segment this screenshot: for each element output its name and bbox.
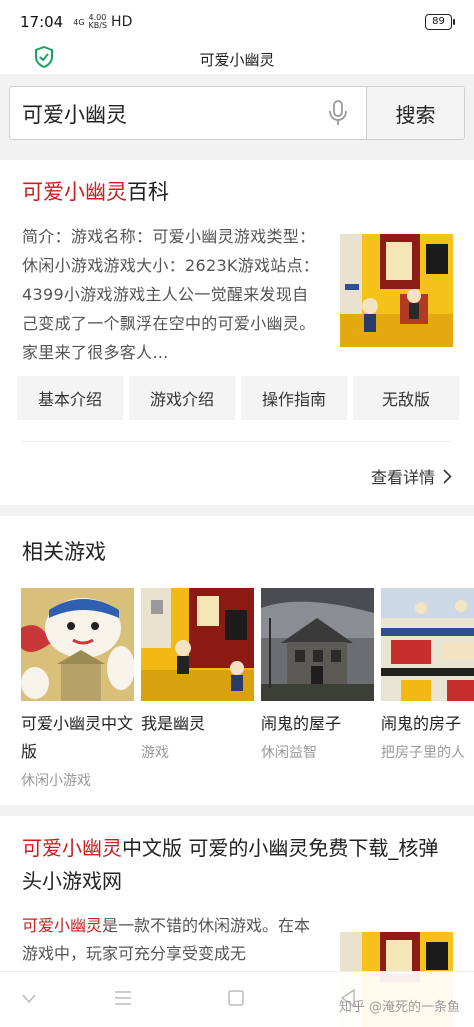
battery-indicator: 89 <box>425 14 455 30</box>
header-bar: 可爱小幽灵 <box>0 44 474 74</box>
game-name: 闹鬼的屋子 <box>261 714 342 733</box>
system-nav-bar: 知乎 @淹死的一条鱼 <box>0 971 474 1027</box>
network-type: HD <box>111 13 133 30</box>
tag-game-intro[interactable]: 游戏介绍 <box>129 376 235 420</box>
game-thumbnail <box>261 588 374 701</box>
game-category: 休闲益智 <box>261 745 317 761</box>
signal-label: 4G <box>73 17 85 27</box>
view-details-link[interactable]: 查看详情 <box>371 464 452 488</box>
speed-unit: KB/S <box>88 21 108 30</box>
nav-back-icon[interactable] <box>22 994 36 1004</box>
tag-invincible[interactable]: 无敌版 <box>353 376 459 420</box>
game-item[interactable]: 可爱小幽灵中文版 休闲小游戏 <box>21 588 134 790</box>
baike-description: 简介：游戏名称：可爱小幽灵游戏类型：休闲小游戏游戏大小：2623K游戏站点：43… <box>22 227 320 362</box>
shield-icon <box>35 46 53 68</box>
game-item[interactable]: 我是幽灵 游戏 <box>141 588 254 790</box>
game-name: 可爱小幽灵中文版 <box>21 714 134 761</box>
search-button[interactable]: 搜索 <box>366 87 464 139</box>
baike-tags: 基本介绍 游戏介绍 操作指南 无敌版 <box>17 376 459 420</box>
game-name: 我是幽灵 <box>141 714 206 733</box>
game-category: 把房子里的人 <box>381 745 465 761</box>
page-title: 可爱小幽灵 <box>199 50 275 69</box>
chevron-right-icon <box>443 468 452 484</box>
game-item[interactable]: 闹鬼的屋子 休闲益智 <box>261 588 374 790</box>
voice-search-button[interactable] <box>310 87 366 139</box>
game-thumbnail <box>141 588 254 701</box>
game-scene-image <box>141 588 254 701</box>
status-time: 17:04 <box>20 13 64 31</box>
related-games-title: 相关游戏 <box>22 540 106 564</box>
haunted-house-image <box>261 588 374 701</box>
result-desc-highlight: 可爱小幽灵 <box>22 916 103 935</box>
nav-home-icon[interactable] <box>228 990 244 1006</box>
ghost-cartoon-image <box>21 588 134 701</box>
watermark: 知乎 @淹死的一条鱼 <box>338 1000 460 1015</box>
result-title-link[interactable]: 可爱小幽灵中文版 可爱的小幽灵免费下载_核弹头小游戏网 <box>22 832 442 898</box>
mic-icon <box>329 100 347 125</box>
related-games-list: 可爱小幽灵中文版 休闲小游戏 我是幽灵 游戏 闹鬼的屋子 休闲益智 闹鬼的房子 … <box>21 588 474 790</box>
game-category: 游戏 <box>141 745 169 761</box>
game-item[interactable]: 闹鬼的房子 把房子里的人 <box>381 588 474 790</box>
search-box: 可爱小幽灵 搜索 <box>9 86 465 140</box>
status-bar: 17:04 4G 4.00 KB/S HD 89 <box>0 0 474 44</box>
result-description: 可爱小幽灵是一款不错的休闲游戏。在本游戏中，玩家可充分享受变成无 <box>22 912 322 968</box>
related-games-card: 相关游戏 可爱小幽灵中文版 休闲小游戏 我是幽灵 游戏 闹鬼的屋子 休闲益智 闹… <box>0 516 474 805</box>
network-indicator: 4G 4.00 KB/S HD <box>73 14 132 30</box>
divider <box>22 441 452 442</box>
game-name: 闹鬼的房子 <box>381 714 462 733</box>
baike-title[interactable]: 可爱小幽灵百科 <box>22 176 169 206</box>
game-thumbnail <box>21 588 134 701</box>
search-area: 可爱小幽灵 搜索 <box>0 74 474 154</box>
baike-card: 可爱小幽灵百科 简介：游戏名称：可爱小幽灵游戏类型：休闲小游戏游戏大小：2623… <box>0 160 474 505</box>
network-speed: 4.00 KB/S <box>89 14 108 30</box>
game-category: 休闲小游戏 <box>21 773 91 789</box>
baike-title-suffix: 百科 <box>127 180 169 204</box>
search-input[interactable]: 可爱小幽灵 <box>10 87 310 139</box>
result-title-highlight: 可爱小幽灵 <box>22 836 122 860</box>
tag-guide[interactable]: 操作指南 <box>241 376 347 420</box>
tag-basic-intro[interactable]: 基本介绍 <box>17 376 123 420</box>
baike-title-highlight: 可爱小幽灵 <box>22 180 127 204</box>
nav-menu-icon[interactable] <box>114 990 132 1006</box>
game-scene-image <box>340 234 453 347</box>
game-thumbnail <box>381 588 474 701</box>
game-scene-image <box>381 588 474 701</box>
baike-thumbnail[interactable] <box>340 234 453 347</box>
view-details-label: 查看详情 <box>370 468 435 487</box>
